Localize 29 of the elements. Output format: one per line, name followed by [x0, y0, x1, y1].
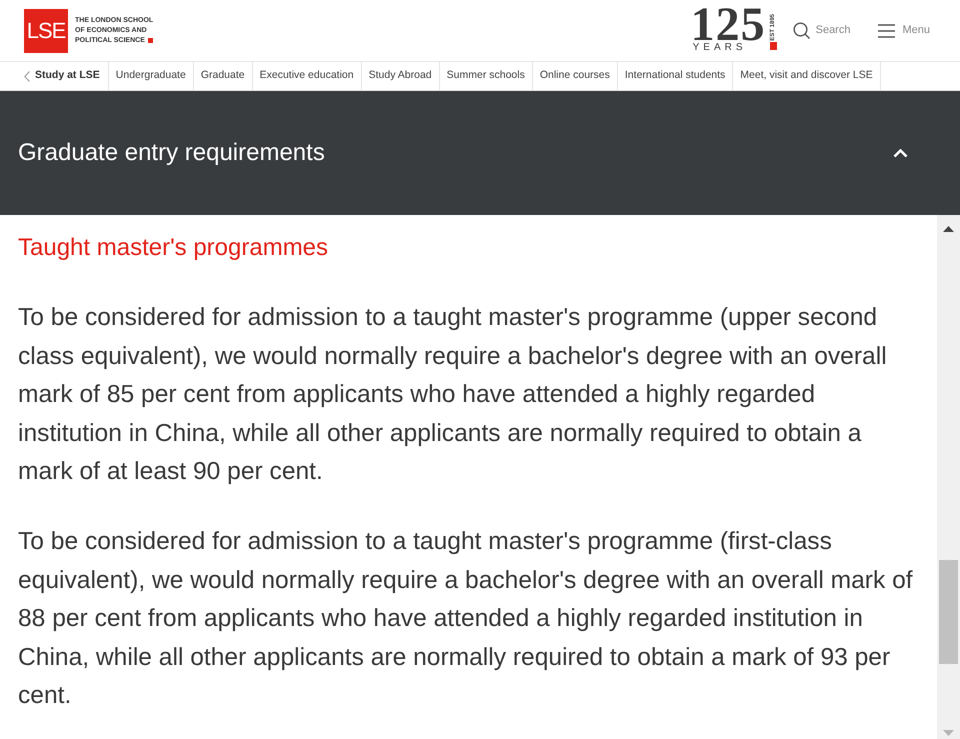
- scroll-up-icon[interactable]: [943, 226, 954, 232]
- anniversary-word: YEARS: [692, 42, 747, 54]
- search-button[interactable]: Search: [792, 22, 850, 39]
- nav-link[interactable]: Summer schools: [440, 62, 533, 90]
- square-mark-icon: [770, 42, 777, 50]
- accordion-header[interactable]: Graduate entry requirements: [0, 91, 960, 215]
- logo-mark: LSE: [24, 8, 68, 52]
- nav-link[interactable]: Study Abroad: [362, 62, 440, 90]
- nav-link[interactable]: Graduate: [194, 62, 253, 90]
- square-mark-icon: [148, 38, 153, 43]
- scroll-down-icon[interactable]: [943, 730, 954, 736]
- nav-link[interactable]: Executive education: [252, 62, 362, 90]
- nav-link[interactable]: International students: [618, 62, 734, 90]
- anniversary-number: 125: [690, 8, 766, 42]
- menu-button[interactable]: Menu: [878, 22, 930, 39]
- section-heading: Taught master's programmes: [18, 234, 330, 262]
- body-paragraph: To be considered for admission to a taught master's programme (first-class equivalent), we would normally require a bachelor's degree with an overall mark of 88 per cent from applicants who have attended a highly regarded institution in China, while all other applicants are normally required to obtain a mark of 93 per cent.: [18, 526, 914, 712]
- body-paragraph: To be considered for admission to a taught master's programme (upper second class equivalent), we would normally require a bachelor's degree with an overall mark of 85 per cent from applicants who have attended a highly regarded institution in China, while all other applicants are normally required to obtain a mark of at least 90 per cent.: [18, 303, 888, 488]
- scrollbar-track[interactable]: [937, 215, 960, 739]
- nav-link[interactable]: Meet, visit and discover LSE: [733, 62, 881, 90]
- scrollbar-thumb[interactable]: [939, 560, 958, 664]
- nav-link[interactable]: Online courses: [532, 62, 618, 90]
- menu-icon: [878, 24, 896, 38]
- nav-link[interactable]: Undergraduate: [108, 62, 194, 90]
- accordion-title: Graduate entry requirements: [18, 138, 325, 168]
- chevron-left-icon: [24, 70, 30, 82]
- search-icon: [792, 22, 810, 39]
- chevron-up-icon: [893, 148, 908, 158]
- back-link[interactable]: Study at LSE: [24, 62, 109, 90]
